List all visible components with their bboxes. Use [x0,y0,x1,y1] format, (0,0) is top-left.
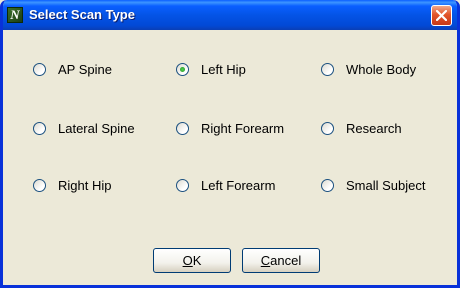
radio-left-forearm[interactable]: Left Forearm [176,176,275,194]
ok-button[interactable]: OK [153,248,231,273]
radio-lateral-spine[interactable]: Lateral Spine [33,119,135,137]
radio-left-hip[interactable]: Left Hip [176,60,246,78]
radio-button[interactable] [176,178,189,192]
cancel-label: ancel [270,253,302,268]
radio-label: Right Hip [58,177,112,193]
app-icon: N [7,7,23,23]
radio-right-hip[interactable]: Right Hip [33,176,111,194]
radio-whole-body[interactable]: Whole Body [321,60,416,78]
radio-button[interactable] [33,178,46,192]
select-scan-type-dialog: N Select Scan Type AP Spine Left Hip Who… [0,0,460,288]
radio-button[interactable] [176,121,189,135]
close-button[interactable] [431,5,452,26]
cancel-button[interactable]: Cancel [242,248,320,273]
radio-right-forearm[interactable]: Right Forearm [176,119,284,137]
radio-label: Left Forearm [201,177,276,193]
radio-small-subject[interactable]: Small Subject [321,176,425,194]
close-icon [436,10,447,21]
radio-button[interactable] [321,121,334,135]
radio-ap-spine[interactable]: AP Spine [33,60,112,78]
radio-button[interactable] [33,62,46,76]
radio-label: Lateral Spine [58,120,135,136]
radio-label: Small Subject [346,177,426,193]
radio-label: Whole Body [346,61,417,77]
title-bar[interactable]: N Select Scan Type [3,0,457,30]
radio-button[interactable] [321,62,334,76]
radio-button[interactable] [321,178,334,192]
ok-mnemonic: O [182,253,193,268]
radio-label: AP Spine [58,61,112,77]
radio-button-selected[interactable] [176,62,189,76]
radio-label: Left Hip [201,61,246,77]
radio-label: Right Forearm [201,120,285,136]
cancel-mnemonic: C [260,253,271,268]
radio-button[interactable] [33,121,46,135]
radio-label: Research [346,120,402,136]
ok-label: K [192,253,202,268]
window-title: Select Scan Type [29,7,135,22]
radio-research[interactable]: Research [321,119,402,137]
